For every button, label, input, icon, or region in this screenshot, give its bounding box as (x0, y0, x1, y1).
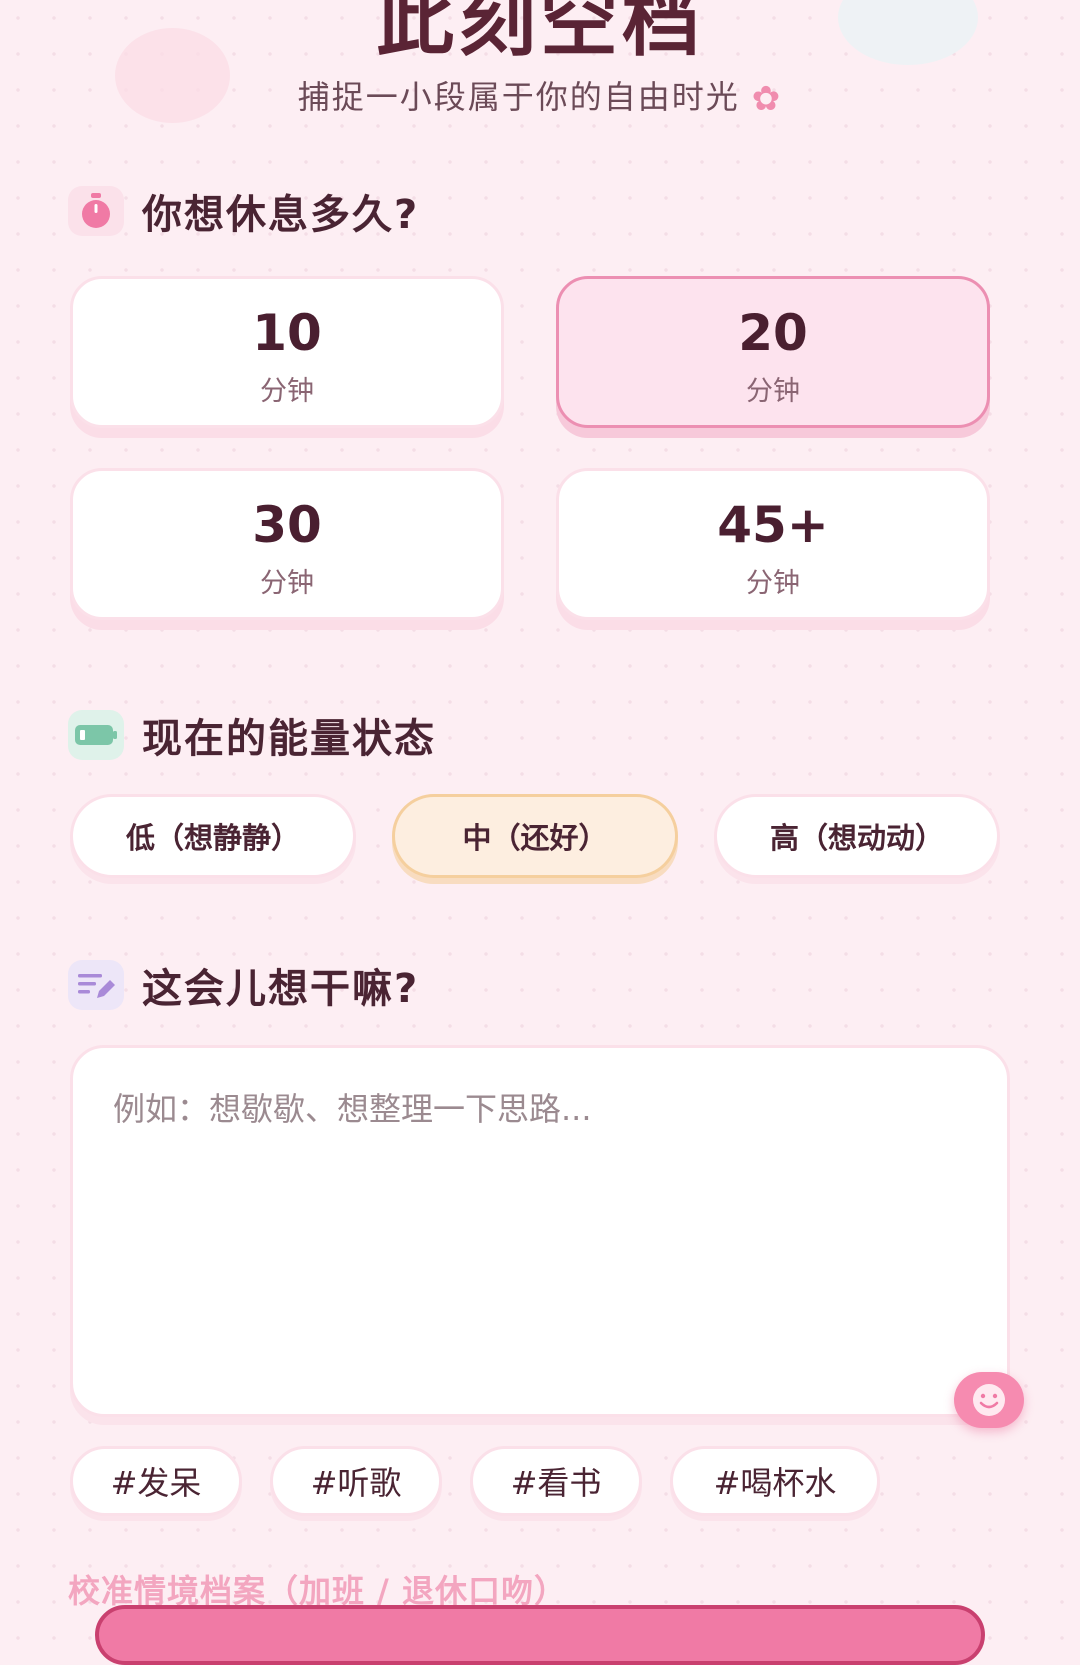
duration-value: 10 (252, 304, 322, 362)
duration-unit: 分钟 (260, 376, 314, 407)
app-subtitle: 捕捉一小段属于你的自由时光 ✿ (0, 72, 1080, 119)
energy-section-header: 现在的能量状态 (68, 710, 436, 762)
bottom-action-button[interactable] (95, 1605, 985, 1665)
duration-option-30[interactable]: 30 分钟 (70, 468, 504, 620)
duration-value: 20 (738, 304, 808, 362)
duration-section-header: 你想休息多久? (68, 186, 419, 238)
duration-unit: 分钟 (746, 376, 800, 407)
tag-chip[interactable]: #看书 (470, 1446, 642, 1516)
duration-value: 45+ (717, 496, 829, 554)
tag-chip[interactable]: #听歌 (270, 1446, 442, 1516)
activity-input-container (70, 1045, 1010, 1417)
note-pencil-icon (68, 960, 124, 1010)
app-title: 此刻空档 (375, 0, 704, 67)
duration-option-10[interactable]: 10 分钟 (70, 276, 504, 428)
energy-option-low[interactable]: 低（想静静） (70, 794, 356, 878)
energy-option-high[interactable]: 高（想动动） (714, 794, 1000, 878)
activity-input[interactable] (73, 1048, 1007, 1414)
smiley-icon (973, 1384, 1005, 1416)
tag-chip[interactable]: #喝杯水 (670, 1446, 880, 1516)
duration-option-20[interactable]: 20 分钟 (556, 276, 990, 428)
subtitle-text: 捕捉一小段属于你的自由时光 (297, 78, 740, 116)
battery-icon (68, 710, 124, 760)
duration-option-45-plus[interactable]: 45+ 分钟 (556, 468, 990, 620)
duration-unit: 分钟 (260, 568, 314, 599)
duration-unit: 分钟 (746, 568, 800, 599)
duration-value: 30 (252, 496, 322, 554)
tag-chip[interactable]: #发呆 (70, 1446, 242, 1516)
activity-section-header: 这会儿想干嘛? (68, 960, 419, 1012)
flower-icon: ✿ (751, 79, 783, 119)
energy-option-medium[interactable]: 中（还好） (392, 794, 678, 878)
energy-heading: 现在的能量状态 (142, 716, 436, 762)
activity-heading: 这会儿想干嘛? (142, 966, 420, 1012)
stopwatch-icon (68, 186, 124, 236)
duration-heading: 你想休息多久? (142, 192, 420, 238)
emoji-button[interactable] (954, 1372, 1024, 1428)
